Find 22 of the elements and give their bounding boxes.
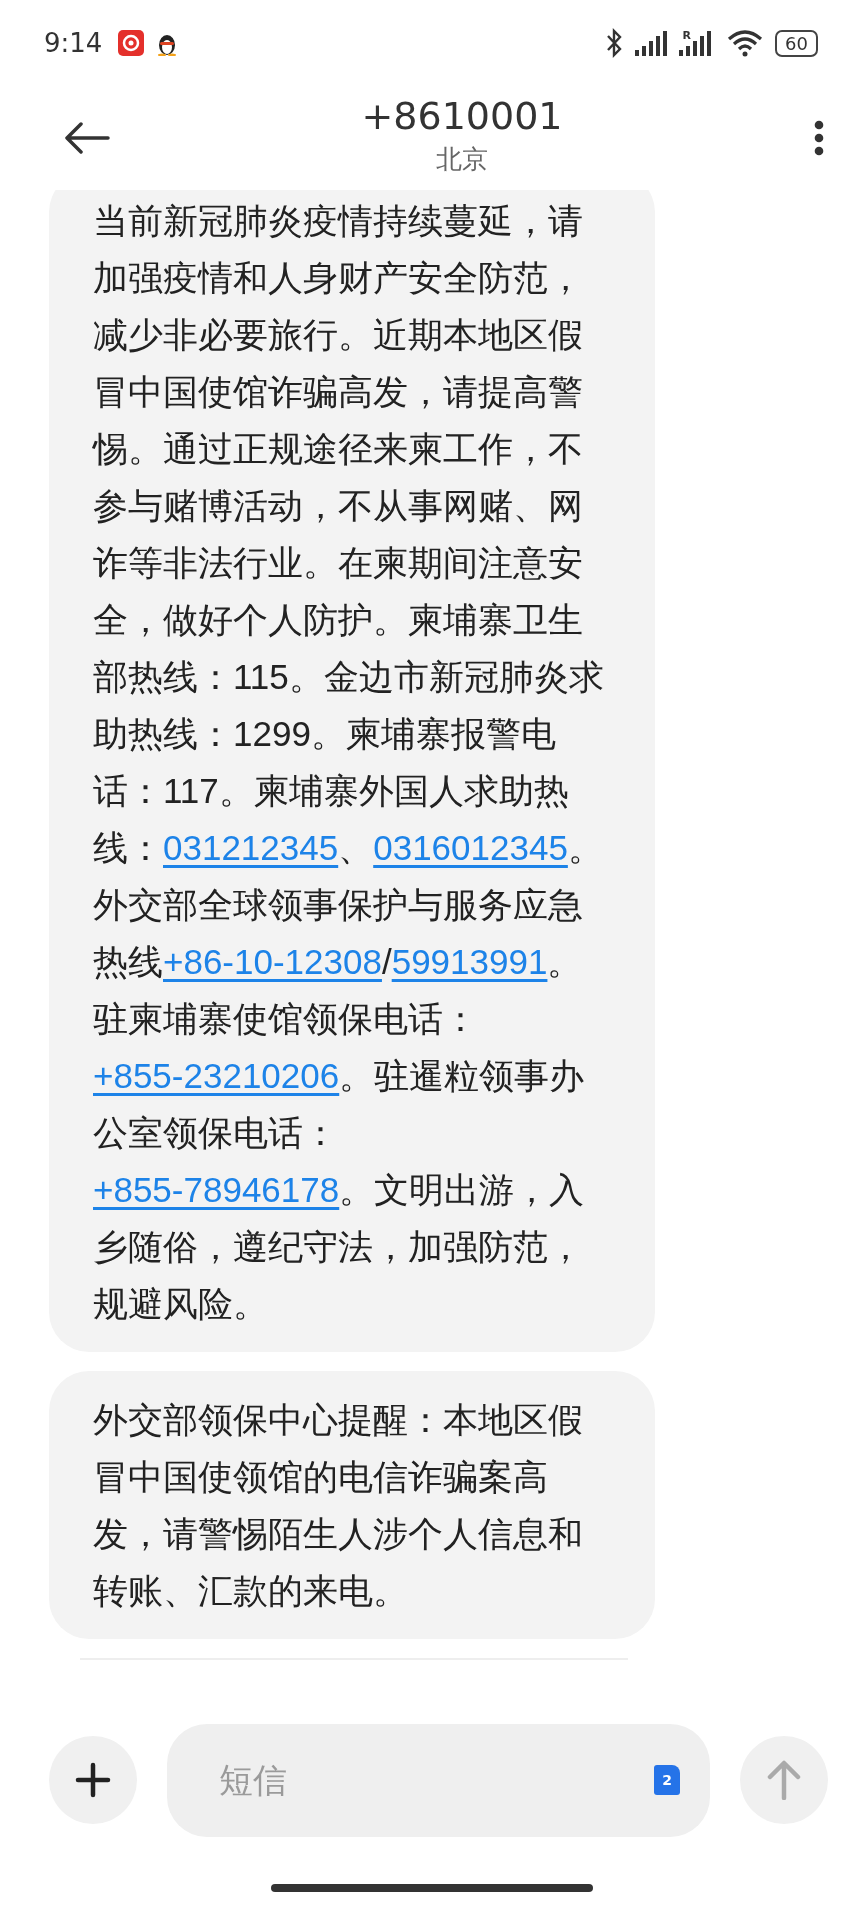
contact-number: +8610001 [361, 93, 563, 138]
roaming-label: R [682, 30, 692, 41]
message-text: 当前新冠肺炎疫情持续蔓延，请加强疫情和人身财产安全防范，减少非必要旅行。近期本地区假冒中国使馆诈骗高发，请提高警惕。通过正规途径来柬工作，不参与赌博活动，不从事网赌、网诈等非法行业。在柬期间注意安全，做好个人防护。柬埔寨卫生部热线：115。金边市新冠肺炎求助热线：1299。柬埔寨报警电话：117。柬埔寨外国人求助热线：031212345、0316012345。外交部全球领事保护与服务应急热线+86-10-12308/59913991。驻柬埔寨使馆领保电话： +855-23210206。驻暹粒领事办公室领保电话： +855-78946178。文明出游，入乡随俗，遵纪守法，加强防范，规避风险。 [93, 200, 605, 1325]
up-arrow-icon [767, 1760, 801, 1800]
sim-badge[interactable]: 2 [654, 1765, 680, 1795]
status-time: 9:14 [44, 28, 103, 58]
message-field[interactable]: 短信 2 [167, 1723, 710, 1837]
contact-location: 北京 [436, 142, 488, 176]
music-app-icon [118, 30, 145, 56]
phone-link[interactable]: +855-78946178 [93, 1170, 340, 1209]
wifi-icon [727, 29, 764, 57]
bluetooth-icon [604, 28, 623, 58]
phone-link[interactable]: 0316012345 [373, 828, 568, 867]
back-arrow-icon [64, 122, 110, 154]
phone-link[interactable]: +86-10-12308 [163, 942, 382, 981]
more-icon [814, 120, 824, 156]
battery-indicator: 60 [775, 29, 818, 57]
phone-link[interactable]: +855-23210206 [93, 1056, 340, 1095]
phone-link[interactable]: 031212345 [163, 828, 339, 867]
plus-icon [75, 1762, 111, 1798]
phone-link[interactable]: 59913991 [391, 942, 548, 981]
message-text: 外交部领保中心提醒：本地区假冒中国使领馆的电信诈骗案高发，请警惕陌生人涉个人信息和转账、汇款的来电。 [93, 1399, 584, 1612]
